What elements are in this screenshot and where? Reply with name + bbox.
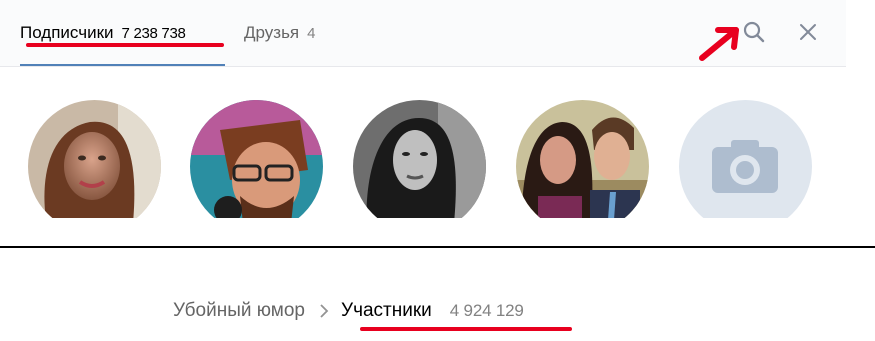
subscribers-panel: Подписчики 7 238 738 Друзья 4 (0, 0, 846, 218)
tab-followers-label: Подписчики (20, 23, 114, 42)
avatar-photo (353, 100, 486, 218)
section-divider (0, 246, 875, 248)
camera-icon (712, 140, 778, 193)
avatar-item[interactable] (516, 100, 649, 218)
chevron-right-icon (319, 304, 329, 318)
breadcrumb-current: Участники (341, 300, 432, 321)
tab-friends-label: Друзья (244, 23, 300, 42)
tab-friends-count: 4 (307, 24, 316, 42)
avatar-item[interactable] (190, 100, 323, 218)
breadcrumb: Убойный юмор Участники 4 924 129 (173, 296, 524, 326)
breadcrumb-group-link[interactable]: Убойный юмор (173, 300, 305, 322)
avatar-placeholder[interactable] (679, 100, 812, 218)
avatar-photo (516, 100, 649, 218)
search-icon (743, 21, 765, 43)
tab-followers-count: 7 238 738 (121, 24, 186, 42)
avatar-item[interactable] (28, 100, 161, 218)
red-annotation-underline-breadcrumb (360, 327, 572, 331)
avatar-photo (190, 100, 323, 218)
close-icon (800, 24, 816, 40)
members-count: 4 924 129 (449, 301, 524, 320)
tab-followers[interactable]: Подписчики 7 238 738 (20, 0, 225, 66)
red-arrow-annotation (699, 27, 739, 61)
avatar-list (0, 66, 846, 218)
tab-friends[interactable]: Друзья 4 (244, 0, 315, 66)
avatar-item[interactable] (353, 100, 486, 218)
red-annotation-underline-tab (26, 43, 224, 47)
avatar-photo (28, 100, 161, 218)
close-button[interactable] (790, 14, 826, 50)
